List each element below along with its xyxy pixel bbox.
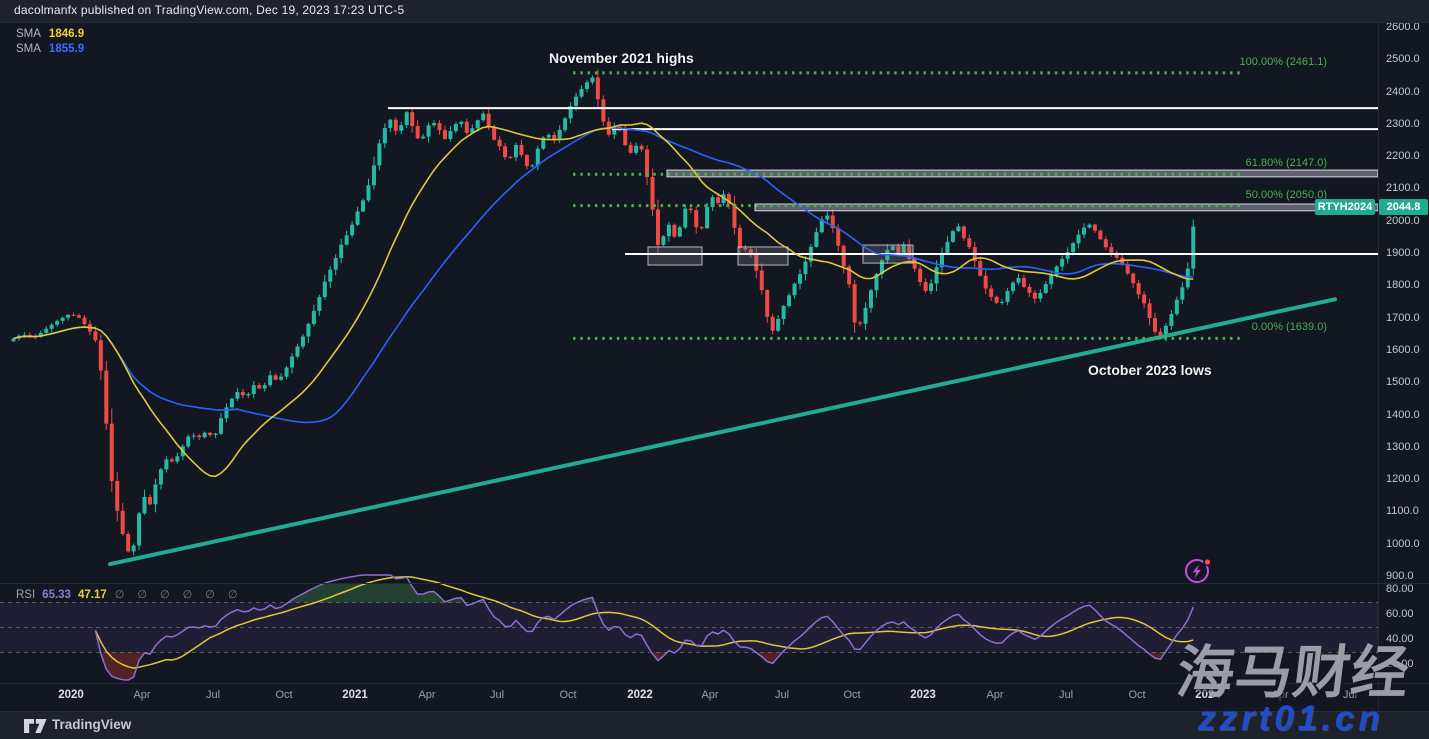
time-axis-label[interactable]: 2021 [342,689,368,701]
rsi-ma-value: 47.17 [78,589,107,601]
watermark-url: zzrt01.cn [1198,699,1384,739]
price-axis-label[interactable]: 1000.0 [1386,538,1420,550]
notification-dot [1204,559,1211,566]
rsi-legend[interactable]: RSI 65.33 47.17 ∅ ∅ ∅ ∅ ∅ ∅ [16,588,243,601]
time-axis-label[interactable]: Jul [775,689,789,701]
price-axis-label[interactable]: 1600.0 [1386,344,1420,356]
price-axis-label[interactable]: 900.0 [1386,570,1414,582]
tradingview-brand-text[interactable]: TradingView [52,717,131,732]
price-axis-label[interactable]: 2500.0 [1386,53,1420,65]
price-axis-label[interactable]: 2100.0 [1386,182,1420,194]
tradingview-logo-icon[interactable] [24,719,47,739]
time-axis-label[interactable]: Jul [490,689,504,701]
price-axis-label[interactable]: 1700.0 [1386,312,1420,324]
indicator-legend[interactable]: SMA 1846.9 SMA 1855.9 [16,27,84,57]
price-axis-label[interactable]: 1900.0 [1386,247,1420,259]
rsi-axis-label[interactable]: 80.00 [1386,583,1414,595]
time-axis-label[interactable]: Apr [986,689,1003,701]
price-axis-label[interactable]: 1300.0 [1386,441,1420,453]
rsi-value: 65.33 [42,589,71,601]
watermark-chinese: 海马财经 [1173,627,1415,709]
sma-legend-row-1: SMA 1846.9 [16,27,84,42]
fib-level-label: 100.00% (2461.1) [1240,56,1327,68]
time-axis-label[interactable]: Oct [1128,689,1145,701]
price-axis-label[interactable]: 2400.0 [1386,86,1420,98]
sma1-label: SMA [16,28,41,40]
rsi-empty-slots: ∅ ∅ ∅ ∅ ∅ ∅ [115,589,243,601]
price-axis-label[interactable]: 1800.0 [1386,279,1420,291]
sma-legend-row-2: SMA 1855.9 [16,42,84,57]
sma2-value: 1855.9 [49,43,84,55]
price-axis-separator [1378,22,1379,711]
time-axis-label[interactable]: Oct [559,689,576,701]
rsi-label: RSI [16,589,35,601]
price-axis-label[interactable]: 1200.0 [1386,473,1420,485]
ideas-lightning-icon[interactable] [1182,554,1218,593]
price-axis-label[interactable]: 1500.0 [1386,376,1420,388]
top-bar: dacolmanfx published on TradingView.com,… [0,0,1429,23]
time-axis-label[interactable]: Apr [133,689,150,701]
time-axis-label[interactable]: 2020 [58,689,84,701]
price-axis-label[interactable]: 1400.0 [1386,409,1420,421]
time-axis-label[interactable]: Jul [1059,689,1073,701]
time-axis-label[interactable]: Apr [418,689,435,701]
price-axis-label[interactable]: 2000.0 [1386,215,1420,227]
time-axis-label[interactable]: 2023 [910,689,936,701]
tradingview-published-chart: dacolmanfx published on TradingView.com,… [0,0,1429,739]
time-axis-label[interactable]: 2022 [627,689,653,701]
fib-level-label: 50.00% (2050.0) [1246,189,1327,201]
annotation-october-2023-lows: October 2023 lows [1088,362,1212,378]
fib-level-label: 0.00% (1639.0) [1252,321,1327,333]
rsi-axis-label[interactable]: 60.00 [1386,608,1414,620]
last-price-value-tag: 2044.8 [1379,199,1428,215]
price-axis-label[interactable]: 2200.0 [1386,150,1420,162]
price-axis-label[interactable]: 1100.0 [1386,505,1419,517]
time-axis-label[interactable]: Oct [843,689,860,701]
last-price-symbol-tag: RTYH2024 [1315,199,1375,215]
sma2-label: SMA [16,43,41,55]
time-axis-label[interactable]: Oct [275,689,292,701]
annotation-november-2021-highs: November 2021 highs [549,50,694,66]
lightning-bolt-glyph [1193,565,1201,579]
fib-level-label: 61.80% (2147.0) [1246,157,1327,169]
publish-title: dacolmanfx published on TradingView.com,… [14,3,404,17]
time-axis-label[interactable]: Jul [206,689,220,701]
price-axis-label[interactable]: 2300.0 [1386,118,1420,130]
time-axis-label[interactable]: Apr [701,689,718,701]
sma1-value: 1846.9 [49,28,84,40]
